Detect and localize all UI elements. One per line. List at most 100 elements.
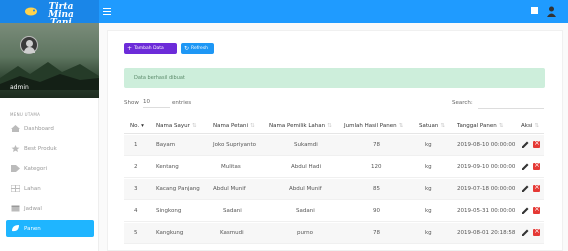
edit-icon[interactable] [522, 207, 529, 214]
sidebar-item-best-produk[interactable]: Best Produk [0, 140, 99, 157]
edit-icon[interactable] [522, 185, 529, 192]
cell-satuan: kg [425, 142, 432, 148]
table-row: 1 Bayam Joko Supriyanto Sukamdi 78 kg 20… [124, 135, 544, 156]
entries-select-value: 10 [143, 99, 150, 105]
column-header-jumlah[interactable]: Jumlah Hasil Panen ⇅ [344, 123, 403, 129]
add-data-label: Tambah Data [134, 46, 164, 51]
sort-icon: ⇅ [398, 123, 404, 129]
delete-icon[interactable] [533, 227, 540, 236]
cell-jumlah: 78 [373, 142, 380, 148]
avatar[interactable] [20, 36, 38, 54]
table-row: 2 Kentang Mulitas Abdul Hadi 120 kg 2019… [124, 157, 544, 178]
brand-logo[interactable]: Tirta Mina Tani [0, 0, 99, 28]
cell-pemilik: Sukamdi [294, 142, 318, 148]
cell-sayur: Kacang Panjang [156, 186, 200, 192]
fish-logo-icon [25, 7, 37, 16]
tag-icon [11, 165, 20, 172]
sort-icon: ⇅ [440, 123, 445, 129]
cell-no: 4 [134, 208, 138, 214]
cell-satuan: kg [425, 208, 432, 214]
search-input[interactable] [478, 108, 544, 109]
refresh-button[interactable]: ↻ Refresh [181, 43, 214, 54]
cell-no: 3 [134, 186, 138, 192]
entries-label: entries [172, 100, 192, 106]
cell-pemilik: Abdul Hadi [291, 164, 322, 170]
cell-petani: Joko Supriyanto [213, 142, 256, 148]
brand-name-line1: Tirta Mina [48, 2, 74, 20]
cell-petani: Kasmudi [220, 230, 244, 236]
sidebar-item-label: Jadwal [24, 205, 42, 212]
refresh-icon: ↻ [184, 45, 190, 52]
top-navbar: Tirta Mina Tani [0, 0, 568, 28]
cell-pemilik: Sadani [296, 208, 315, 214]
cell-no: 2 [134, 164, 138, 170]
cell-no: 5 [134, 230, 138, 236]
column-header-no[interactable]: No. ▾ [130, 123, 144, 129]
column-header-satuan[interactable]: Satuan ⇅ [419, 123, 445, 129]
cell-satuan: kg [425, 186, 432, 192]
cell-jumlah: 90 [373, 208, 380, 214]
cell-satuan: kg [425, 230, 432, 236]
sidebar-item-dashboard[interactable]: Dashboard [0, 120, 99, 137]
leaf-icon [12, 225, 19, 232]
menu-toggle-icon[interactable] [103, 8, 111, 15]
cell-sayur: Kentang [156, 164, 179, 170]
sidebar-item-lahan[interactable]: Lahan [0, 180, 99, 197]
user-panel: admin [0, 23, 99, 98]
cell-sayur: Kangkung [156, 230, 184, 236]
notification-icon[interactable] [531, 7, 538, 14]
table-header: No. ▾ Nama Sayur ⇅ Nama Petani ⇅ Nama Pemil… [124, 120, 544, 134]
success-alert: Data berhasil dibuat [124, 68, 545, 88]
column-header-nama-sayur[interactable]: Nama Sayur ⇅ [156, 123, 196, 129]
sort-icon: ⇅ [250, 123, 255, 129]
edit-icon[interactable] [522, 229, 529, 236]
table-icon [11, 185, 20, 192]
user-menu-icon[interactable] [547, 6, 556, 17]
sidebar-item-label: Dashboard [24, 125, 54, 132]
cell-pemilik: purno [297, 230, 313, 236]
cell-jumlah: 78 [373, 230, 380, 236]
sidebar-item-kategori[interactable]: Kategori [0, 160, 99, 177]
alert-message: Data berhasil dibuat [134, 75, 185, 81]
cell-sayur: Bayam [156, 142, 176, 148]
search-label: Search: [452, 100, 473, 106]
table-row: 5 Kangkung Kasmudi purno 78 kg 2019-08-0… [124, 223, 544, 244]
edit-icon[interactable] [522, 141, 529, 148]
delete-icon[interactable] [533, 183, 540, 192]
cell-petani: Abdul Munif [213, 186, 246, 192]
cell-satuan: kg [425, 164, 432, 170]
sidebar: admin MENU UTAMA Dashboard Best Produk K… [0, 23, 99, 251]
sidebar-item-label: Best Produk [24, 145, 57, 152]
cell-tanggal: 2019-08-01 20:18:58 [457, 230, 516, 236]
delete-icon[interactable] [533, 139, 540, 148]
sidebar-item-label: Kategori [24, 165, 48, 172]
sort-desc-icon: ▾ [141, 123, 144, 129]
cell-jumlah: 85 [373, 186, 380, 192]
delete-icon[interactable] [533, 161, 540, 170]
column-header-pemilik-lahan[interactable]: Nama Pemilik Lahan ⇅ [269, 123, 332, 129]
sort-icon: ⇅ [191, 123, 197, 129]
edit-icon[interactable] [522, 163, 529, 170]
add-data-button[interactable]: + Tambah Data [124, 43, 177, 54]
sidebar-item-panen[interactable]: Panen [6, 220, 94, 237]
dashboard-icon [11, 125, 20, 132]
cell-tanggal: 2019-08-10 00:00:00 [457, 142, 516, 148]
sort-icon: ⇅ [327, 123, 332, 129]
cell-no: 1 [134, 142, 138, 148]
sidebar-item-jadwal[interactable]: Jadwal [0, 200, 99, 217]
cell-tanggal: 2019-05-31 00:00:00 [457, 208, 516, 214]
cell-sayur: Singkong [156, 208, 182, 214]
calendar-icon [11, 205, 20, 212]
username: admin [10, 84, 29, 91]
show-label: Show [124, 100, 139, 106]
plus-icon: + [127, 45, 133, 52]
column-header-nama-petani[interactable]: Nama Petani ⇅ [213, 123, 255, 129]
column-header-aksi: Aksi ⇅ [521, 123, 539, 129]
column-header-tanggal[interactable]: Tanggal Panen ⇅ [457, 123, 503, 129]
refresh-label: Refresh [191, 46, 209, 51]
sort-icon: ⇅ [534, 123, 539, 129]
entries-select[interactable]: 10 [143, 99, 170, 108]
menu-title: MENU UTAMA [10, 112, 41, 117]
delete-icon[interactable] [533, 205, 540, 214]
table-row: 4 Singkong Sadani Sadani 90 kg 2019-05-3… [124, 201, 544, 222]
